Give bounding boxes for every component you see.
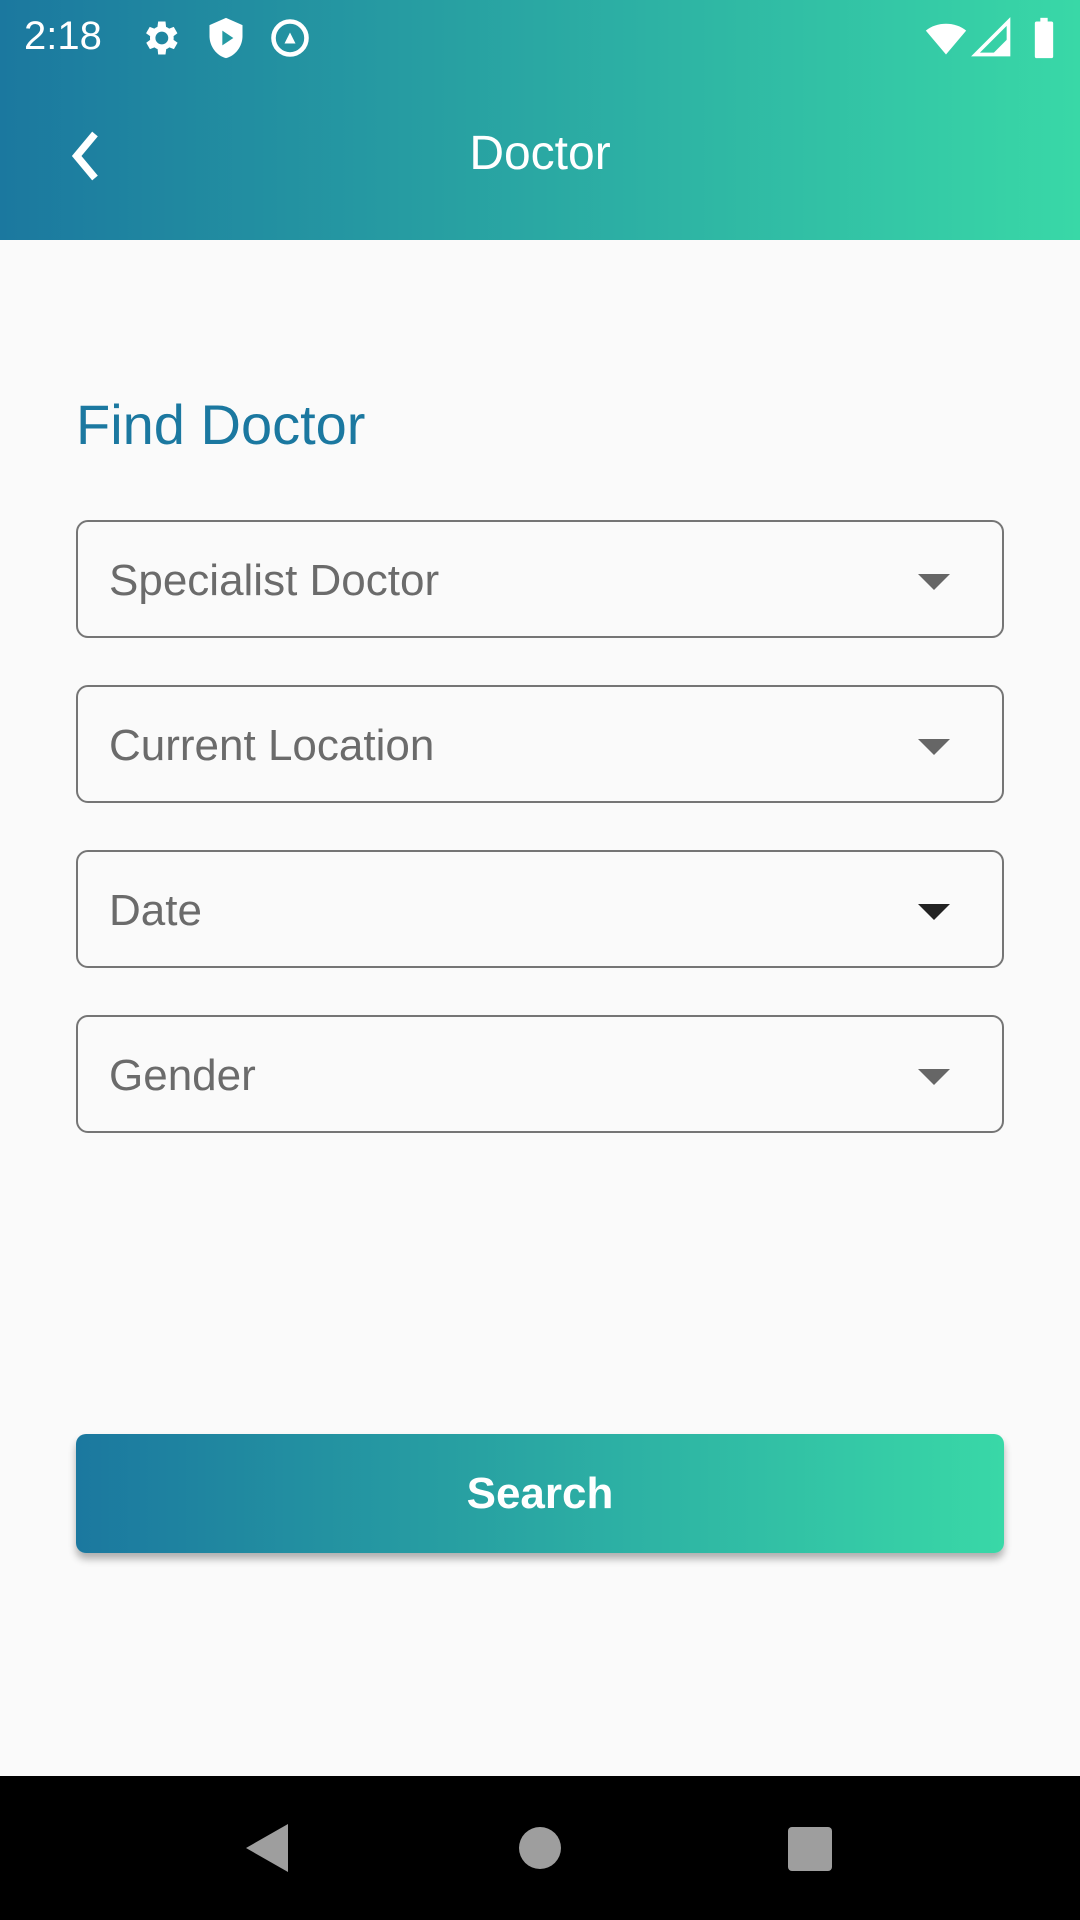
dropdown-label: Specialist Doctor	[109, 556, 440, 605]
current-location-dropdown[interactable]: Current Location	[76, 685, 1004, 803]
nav-recents-icon[interactable]	[787, 1826, 833, 1872]
nav-back-icon[interactable]	[244, 1822, 290, 1874]
settings-icon	[146, 21, 178, 55]
status-time: 2:18	[24, 14, 102, 58]
app-header: 2:18 Doctor	[0, 0, 1080, 240]
search-button[interactable]: Search	[76, 1434, 1004, 1553]
page-title: Doctor	[469, 127, 611, 180]
battery-icon	[1034, 17, 1054, 59]
navigation-bar	[0, 1776, 1080, 1920]
dropdown-arrow-icon	[918, 574, 950, 590]
status-bar: 2:18	[0, 0, 1080, 84]
dropdown-label: Current Location	[109, 721, 435, 770]
dropdown-arrow-icon	[918, 904, 950, 920]
wifi-icon	[925, 23, 967, 55]
date-dropdown[interactable]: Date	[76, 850, 1004, 968]
signal-icon	[971, 17, 1011, 57]
dropdown-label: Gender	[109, 1051, 256, 1100]
gender-dropdown[interactable]: Gender	[76, 1015, 1004, 1133]
section-heading: Find Doctor	[76, 393, 366, 456]
specialist-doctor-dropdown[interactable]: Specialist Doctor	[76, 520, 1004, 638]
dropdown-arrow-icon	[918, 739, 950, 755]
dropdown-arrow-icon	[918, 1069, 950, 1085]
shield-play-icon	[209, 17, 243, 59]
sync-icon	[271, 19, 309, 57]
nav-home-icon[interactable]	[518, 1826, 562, 1870]
dropdown-label: Date	[109, 886, 202, 935]
